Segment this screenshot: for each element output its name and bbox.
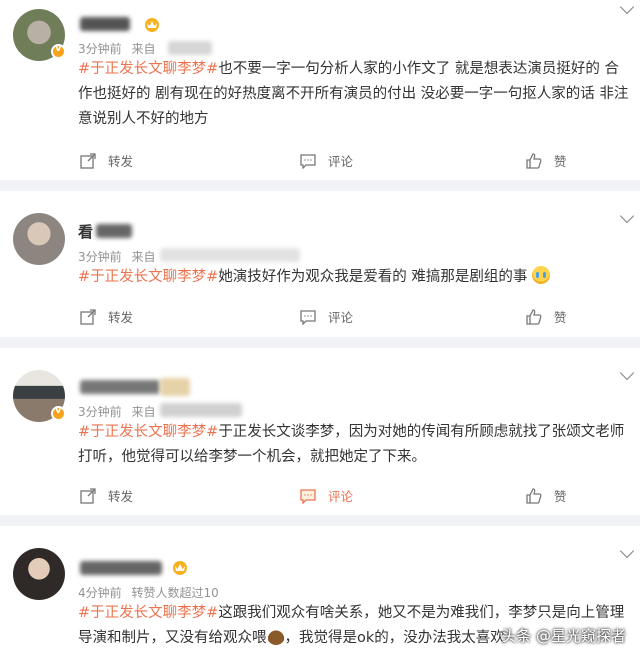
poop-emoji-icon [266, 627, 285, 645]
comment-text: #于正发长文聊李梦#也不要一字一句分析人家的小作文了 就是想表达演员挺好的 合作… [78, 57, 630, 132]
comment-meta: 3分钟前 来自 [78, 40, 161, 57]
comment-label: 评论 [328, 310, 354, 325]
comment-card: 3分钟前 来自 #于正发长文聊李梦#于正发长文谈李梦，因为对她的传闻有所顾虑就找… [0, 348, 640, 515]
like-label: 赞 [554, 489, 567, 504]
comment-text: #于正发长文聊李梦#于正发长文谈李梦，因为对她的传闻有所顾虑就找了张颂文老师打听… [78, 420, 630, 470]
comment-button[interactable]: 评论 [300, 151, 353, 170]
repost-label: 转发 [108, 154, 134, 169]
comment-body: 她演技好作为观众我是爱看的 难搞那是剧组的事 [218, 269, 528, 285]
comment-card: 3分钟前 来自 #于正发长文聊李梦#也不要一字一句分析人家的小作文了 就是想表达… [0, 0, 640, 180]
hashtag-link[interactable]: #于正发长文聊李梦# [78, 424, 218, 440]
hashtag-link[interactable]: #于正发长文聊李梦# [78, 269, 218, 285]
source-redacted [160, 248, 300, 262]
chevron-down-icon[interactable] [619, 365, 635, 381]
thumbs-up-icon [526, 487, 542, 504]
username-redacted [80, 17, 130, 31]
verified-badge-icon [51, 43, 66, 59]
repost-icon [80, 152, 96, 169]
source: 来自 [131, 405, 156, 419]
chevron-down-icon[interactable] [619, 0, 635, 15]
thumbs-up-icon [526, 308, 542, 325]
crown-icon [145, 18, 159, 32]
source: 转赞人数超过10 [131, 586, 219, 600]
comment-meta: 3分钟前 来自 [78, 248, 161, 265]
verified-badge-icon [51, 405, 66, 421]
timestamp: 4分钟前 [78, 586, 122, 600]
watermark: 头条 @星光窥探者 [501, 627, 626, 645]
username-redacted [80, 561, 162, 575]
like-label: 赞 [554, 310, 567, 325]
username-redacted [160, 378, 190, 396]
repost-button[interactable]: 转发 [80, 486, 133, 505]
hashtag-link[interactable]: #于正发长文聊李梦# [78, 605, 218, 621]
avatar[interactable] [13, 213, 65, 265]
source: 来自 [131, 42, 156, 56]
repost-icon [80, 487, 96, 504]
crying-emoji-icon [532, 266, 551, 284]
like-button[interactable]: 赞 [526, 151, 567, 170]
comment-meta: 4分钟前 转赞人数超过10 [78, 584, 225, 601]
hashtag-link[interactable]: #于正发长文聊李梦# [78, 61, 218, 77]
repost-label: 转发 [108, 310, 134, 325]
timestamp: 3分钟前 [78, 42, 122, 56]
repost-icon [80, 308, 96, 325]
repost-button[interactable]: 转发 [80, 151, 133, 170]
comment-card: 看 3分钟前 来自 #于正发长文聊李梦#她演技好作为观众我是爱看的 难搞那是剧组… [0, 191, 640, 337]
username[interactable]: 看 [78, 221, 93, 242]
comment-label: 评论 [328, 154, 354, 169]
source-redacted [168, 41, 212, 55]
comment-label: 评论 [328, 489, 354, 504]
comment-icon [300, 309, 316, 325]
chevron-down-icon[interactable] [619, 208, 635, 224]
chevron-down-icon[interactable] [619, 543, 635, 559]
repost-button[interactable]: 转发 [80, 307, 133, 326]
comment-meta: 3分钟前 来自 [78, 403, 161, 420]
thumbs-up-icon [526, 152, 542, 169]
repost-label: 转发 [108, 489, 134, 504]
like-button[interactable]: 赞 [526, 486, 567, 505]
source-redacted [160, 403, 242, 417]
like-button[interactable]: 赞 [526, 307, 567, 326]
timestamp: 3分钟前 [78, 405, 122, 419]
username-redacted [80, 380, 160, 394]
comment-icon [300, 153, 316, 169]
crown-icon [173, 561, 187, 575]
comment-text: #于正发长文聊李梦#她演技好作为观众我是爱看的 难搞那是剧组的事 [78, 265, 630, 290]
comment-body-continued: ，我觉得是ok的，没办法我太喜欢 [284, 630, 505, 646]
comment-icon [300, 488, 316, 504]
comment-button[interactable]: 评论 [300, 486, 353, 505]
avatar[interactable] [13, 548, 65, 600]
like-label: 赞 [554, 154, 567, 169]
source: 来自 [131, 250, 156, 264]
username-redacted [96, 224, 132, 238]
timestamp: 3分钟前 [78, 250, 122, 264]
comment-button[interactable]: 评论 [300, 307, 353, 326]
